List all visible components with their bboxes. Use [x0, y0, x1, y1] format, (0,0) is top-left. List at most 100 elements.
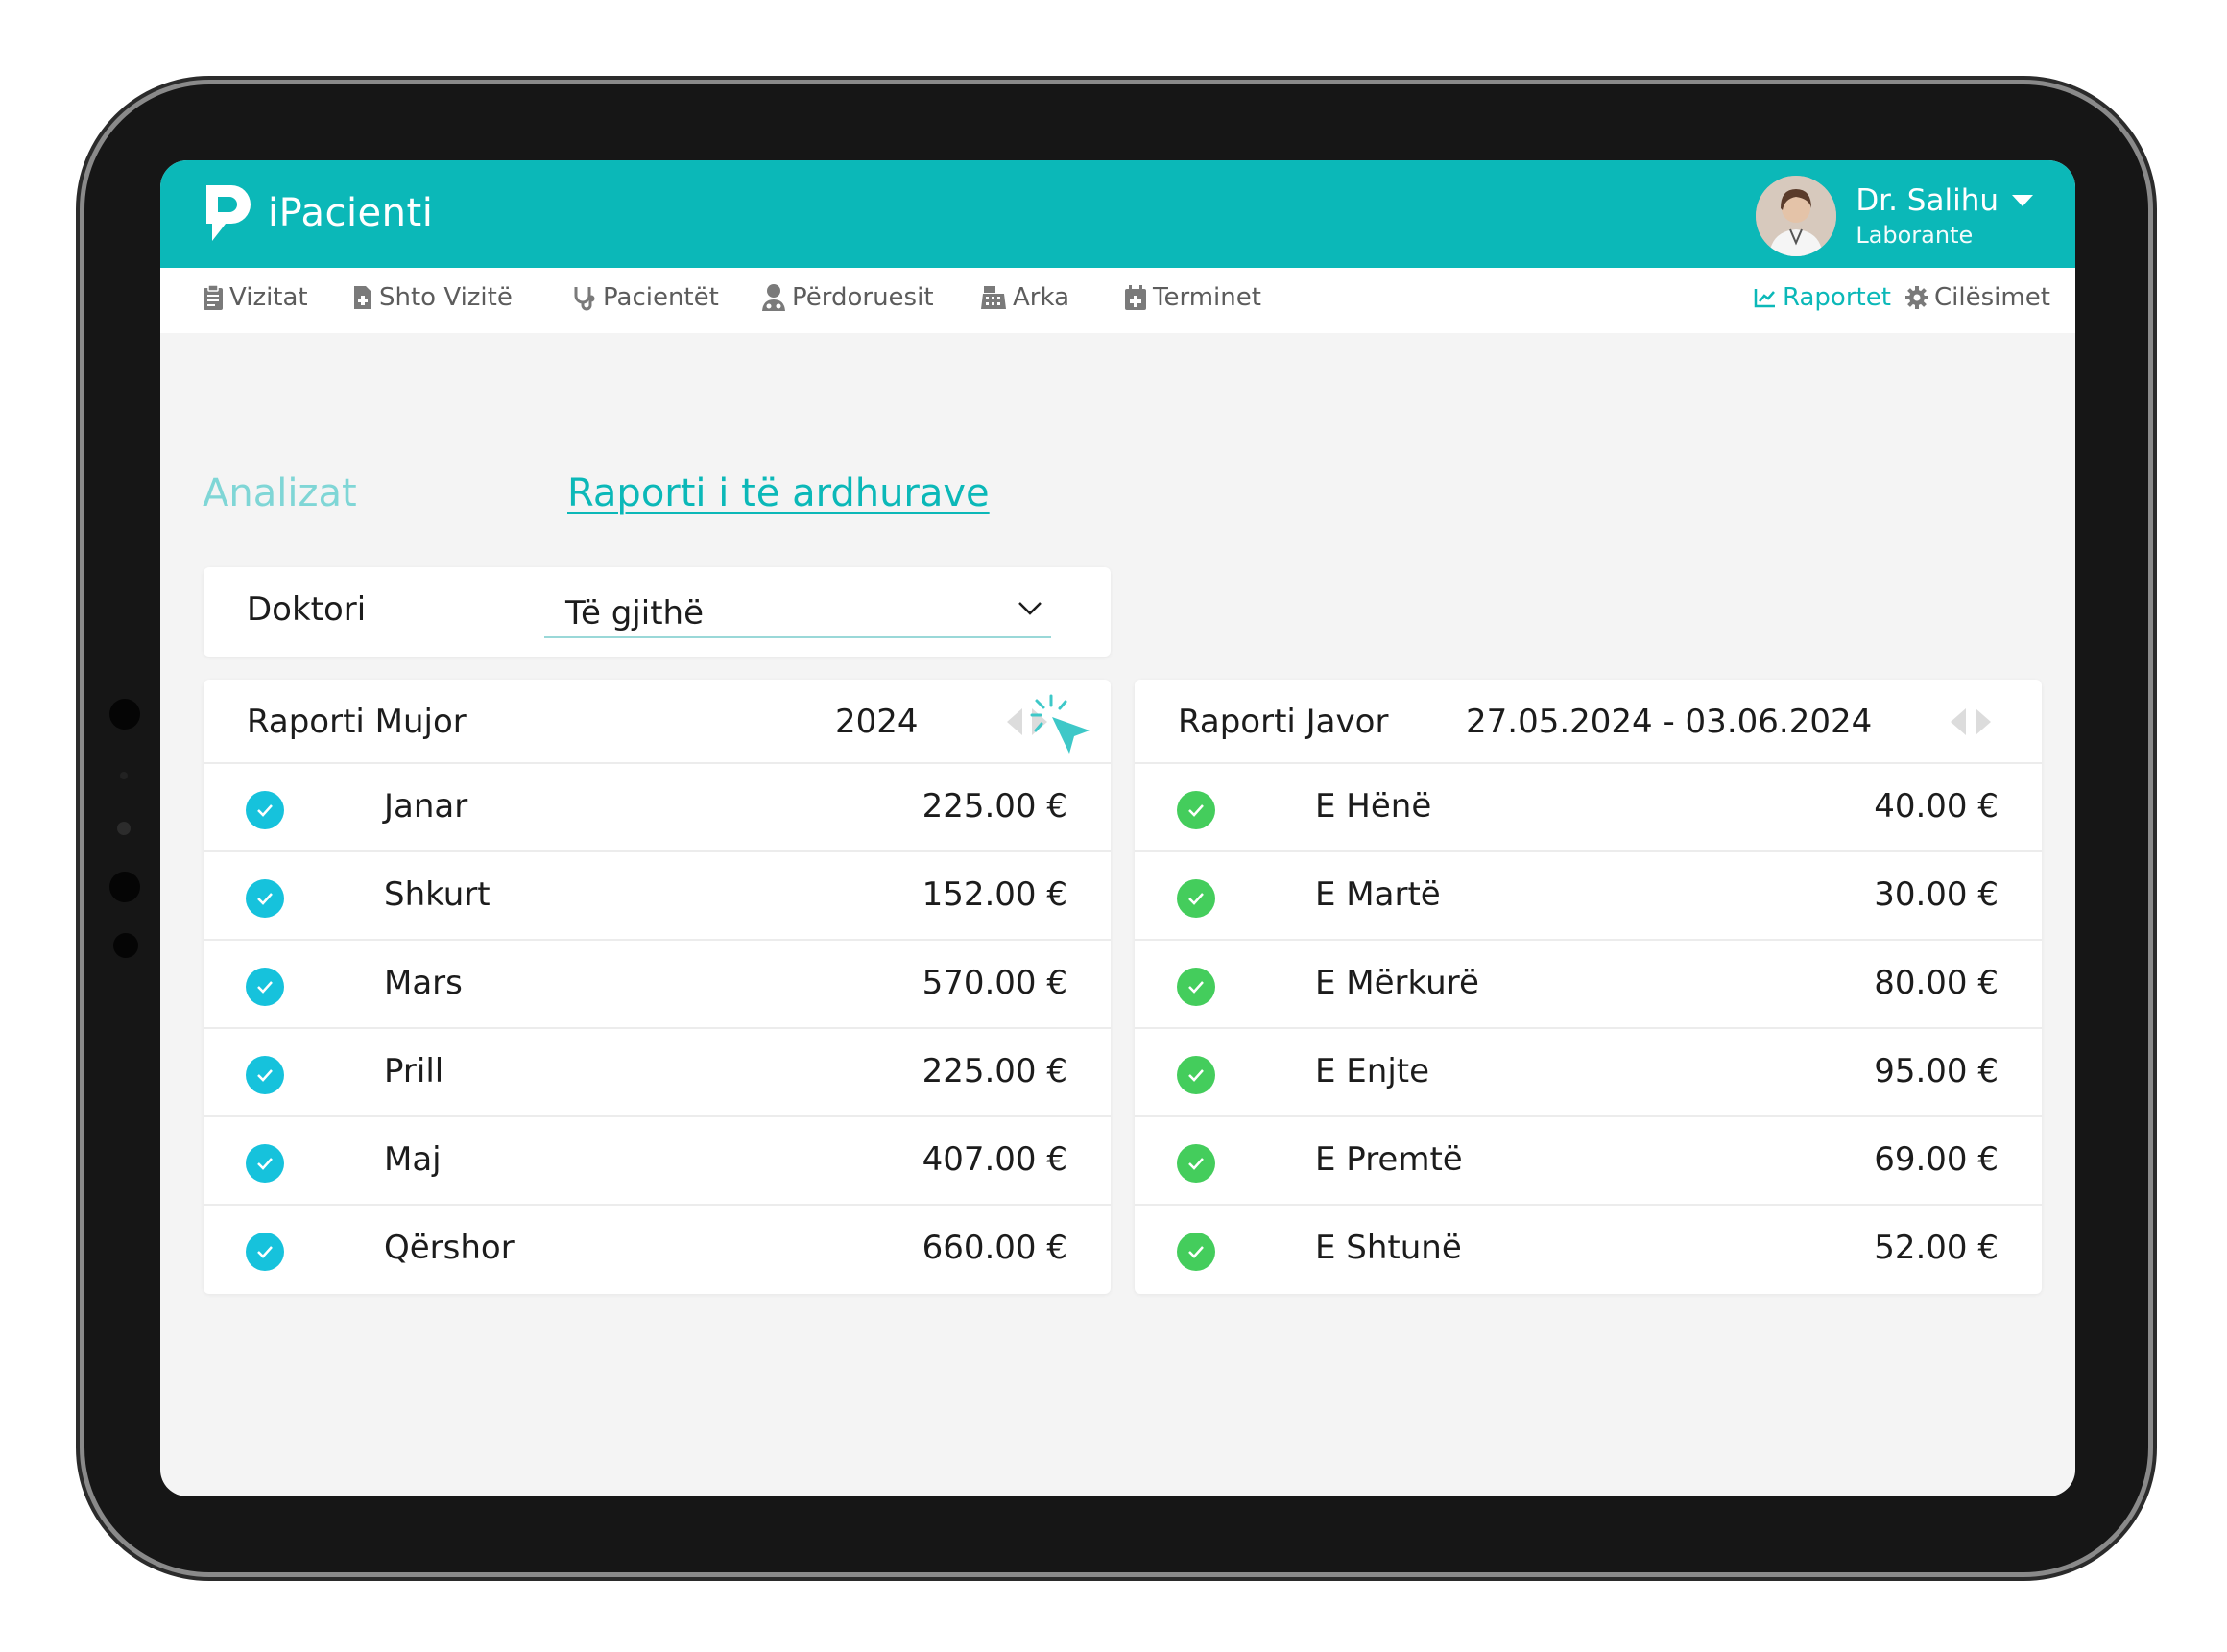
day-amount: 30.00 €	[1874, 875, 1999, 914]
nav-item-vizitat[interactable]: Vizitat	[203, 283, 308, 312]
sensor-dot	[113, 933, 138, 958]
nav-item-arka[interactable]: Arka	[980, 283, 1069, 312]
user-menu[interactable]: Dr. Salihu Laborante	[1756, 176, 2033, 256]
table-row: E Mërkurë 80.00 €	[1135, 941, 2042, 1029]
check-circle-icon	[1177, 1233, 1215, 1271]
day-label: E Enjte	[1315, 1052, 1430, 1090]
month-amount: 152.00 €	[922, 875, 1067, 914]
user-doctor-icon	[762, 284, 785, 311]
doctor-filter-card: Doktori Të gjithë	[204, 567, 1111, 657]
day-amount: 95.00 €	[1874, 1052, 1999, 1090]
check-circle-icon	[1177, 968, 1215, 1006]
click-cursor-icon	[1030, 694, 1090, 754]
weekly-report-header: Raporti Javor 27.05.2024 - 03.06.2024	[1135, 680, 2042, 764]
month-amount: 570.00 €	[922, 964, 1067, 1002]
month-label: Shkurt	[384, 875, 491, 914]
chevron-down-icon	[1018, 602, 1042, 615]
logo-icon	[206, 185, 251, 241]
nav-label: Pacientët	[603, 283, 719, 312]
stethoscope-icon	[574, 287, 595, 311]
next-arrow-icon[interactable]	[1976, 708, 1991, 735]
sensor-dot	[120, 772, 128, 779]
month-label: Janar	[384, 787, 468, 826]
app-header: iPacienti Dr. Salihu Laborante	[160, 160, 2075, 268]
table-row: Qërshor 660.00 €	[204, 1206, 1111, 1294]
day-label: E Mërkurë	[1315, 964, 1479, 1002]
check-circle-icon	[1177, 791, 1215, 829]
table-row: E Hënë 40.00 €	[1135, 764, 2042, 852]
nav-item-raportet[interactable]: Raportet	[1754, 283, 1891, 312]
cash-register-icon	[981, 286, 1006, 309]
weekly-report-range: 27.05.2024 - 03.06.2024	[1466, 703, 1873, 741]
doctor-select[interactable]: Të gjithë	[544, 588, 1051, 638]
day-amount: 80.00 €	[1874, 964, 1999, 1002]
user-name: Dr. Salihu	[1856, 183, 1999, 218]
nav-label: Terminet	[1153, 283, 1261, 312]
nav-item-cilesimet[interactable]: Cilësimet	[1905, 283, 2050, 312]
sensor-dot	[109, 699, 140, 730]
nav-label: Shto Vizitë	[379, 283, 513, 312]
day-label: E Hënë	[1315, 787, 1432, 826]
chart-line-icon	[1754, 289, 1775, 308]
nav-item-terminet[interactable]: Terminet	[1124, 283, 1261, 312]
day-amount: 69.00 €	[1874, 1140, 1999, 1179]
previous-arrow-icon[interactable]	[1951, 708, 1966, 735]
month-amount: 225.00 €	[922, 787, 1067, 826]
nav-item-perdoruesit[interactable]: Përdoruesit	[761, 283, 934, 312]
month-label: Prill	[384, 1052, 444, 1090]
app-logo[interactable]: iPacienti	[203, 181, 433, 245]
nav-item-shto-vizite[interactable]: Shto Vizitë	[352, 283, 513, 312]
calendar-plus-icon	[1125, 285, 1146, 310]
monthly-report-title: Raporti Mujor	[247, 703, 467, 741]
check-circle-icon	[246, 791, 284, 829]
day-amount: 52.00 €	[1874, 1229, 1999, 1267]
table-row: Prill 225.00 €	[204, 1029, 1111, 1117]
chevron-down-icon[interactable]	[2012, 195, 2033, 206]
weekly-report-card: Raporti Javor 27.05.2024 - 03.06.2024 E …	[1135, 680, 2042, 1294]
month-label: Maj	[384, 1140, 442, 1179]
month-amount: 407.00 €	[922, 1140, 1067, 1179]
weekly-report-rows: E Hënë 40.00 € E Martë 30.00 € E Mërkurë…	[1135, 764, 2042, 1294]
nav-label: Raportet	[1783, 283, 1891, 312]
app-screen: iPacienti Dr. Salihu Laborante Vizitat S…	[160, 160, 2075, 1496]
table-row: E Premtë 69.00 €	[1135, 1117, 2042, 1206]
monthly-report-year: 2024	[835, 703, 919, 741]
doctor-select-value: Të gjithë	[565, 594, 704, 633]
check-circle-icon	[246, 968, 284, 1006]
add-document-icon	[354, 286, 371, 309]
month-label: Mars	[384, 964, 463, 1002]
table-row: Mars 570.00 €	[204, 941, 1111, 1029]
table-row: E Shtunë 52.00 €	[1135, 1206, 2042, 1294]
day-amount: 40.00 €	[1874, 787, 1999, 826]
nav-item-pacientet[interactable]: Pacientët	[572, 283, 719, 312]
app-name: iPacienti	[268, 191, 434, 235]
month-amount: 225.00 €	[922, 1052, 1067, 1090]
nav-label: Arka	[1013, 283, 1070, 312]
tab-raporti-te-ardhurave[interactable]: Raporti i të ardhurave	[567, 471, 990, 515]
tab-analizat[interactable]: Analizat	[203, 471, 357, 515]
table-row: E Enjte 95.00 €	[1135, 1029, 2042, 1117]
weekly-report-title: Raporti Javor	[1178, 703, 1389, 741]
table-row: Maj 407.00 €	[204, 1117, 1111, 1206]
check-circle-icon	[246, 879, 284, 918]
day-label: E Shtunë	[1315, 1229, 1462, 1267]
week-pager	[1951, 708, 1991, 735]
month-amount: 660.00 €	[922, 1229, 1067, 1267]
avatar	[1756, 176, 1837, 256]
table-row: E Martë 30.00 €	[1135, 852, 2042, 941]
doctor-filter-label: Doktori	[247, 590, 367, 629]
month-label: Qërshor	[384, 1229, 515, 1267]
main-nav: Vizitat Shto Vizitë Pacientët Përdoruesi…	[160, 268, 2075, 333]
monthly-report-card: Raporti Mujor 2024 Janar 225.00 € Shkurt…	[204, 680, 1111, 1294]
table-row: Shkurt 152.00 €	[204, 852, 1111, 941]
monthly-report-rows: Janar 225.00 € Shkurt 152.00 € Mars 570.…	[204, 764, 1111, 1294]
check-circle-icon	[1177, 879, 1215, 918]
clipboard-icon	[204, 284, 223, 310]
previous-arrow-icon[interactable]	[1007, 708, 1022, 735]
nav-label: Cilësimet	[1934, 283, 2050, 312]
nav-label: Përdoruesit	[792, 283, 934, 312]
check-circle-icon	[1177, 1056, 1215, 1094]
camera-lens	[117, 822, 131, 835]
gear-icon	[1905, 286, 1928, 309]
sensor-dot	[109, 872, 140, 902]
